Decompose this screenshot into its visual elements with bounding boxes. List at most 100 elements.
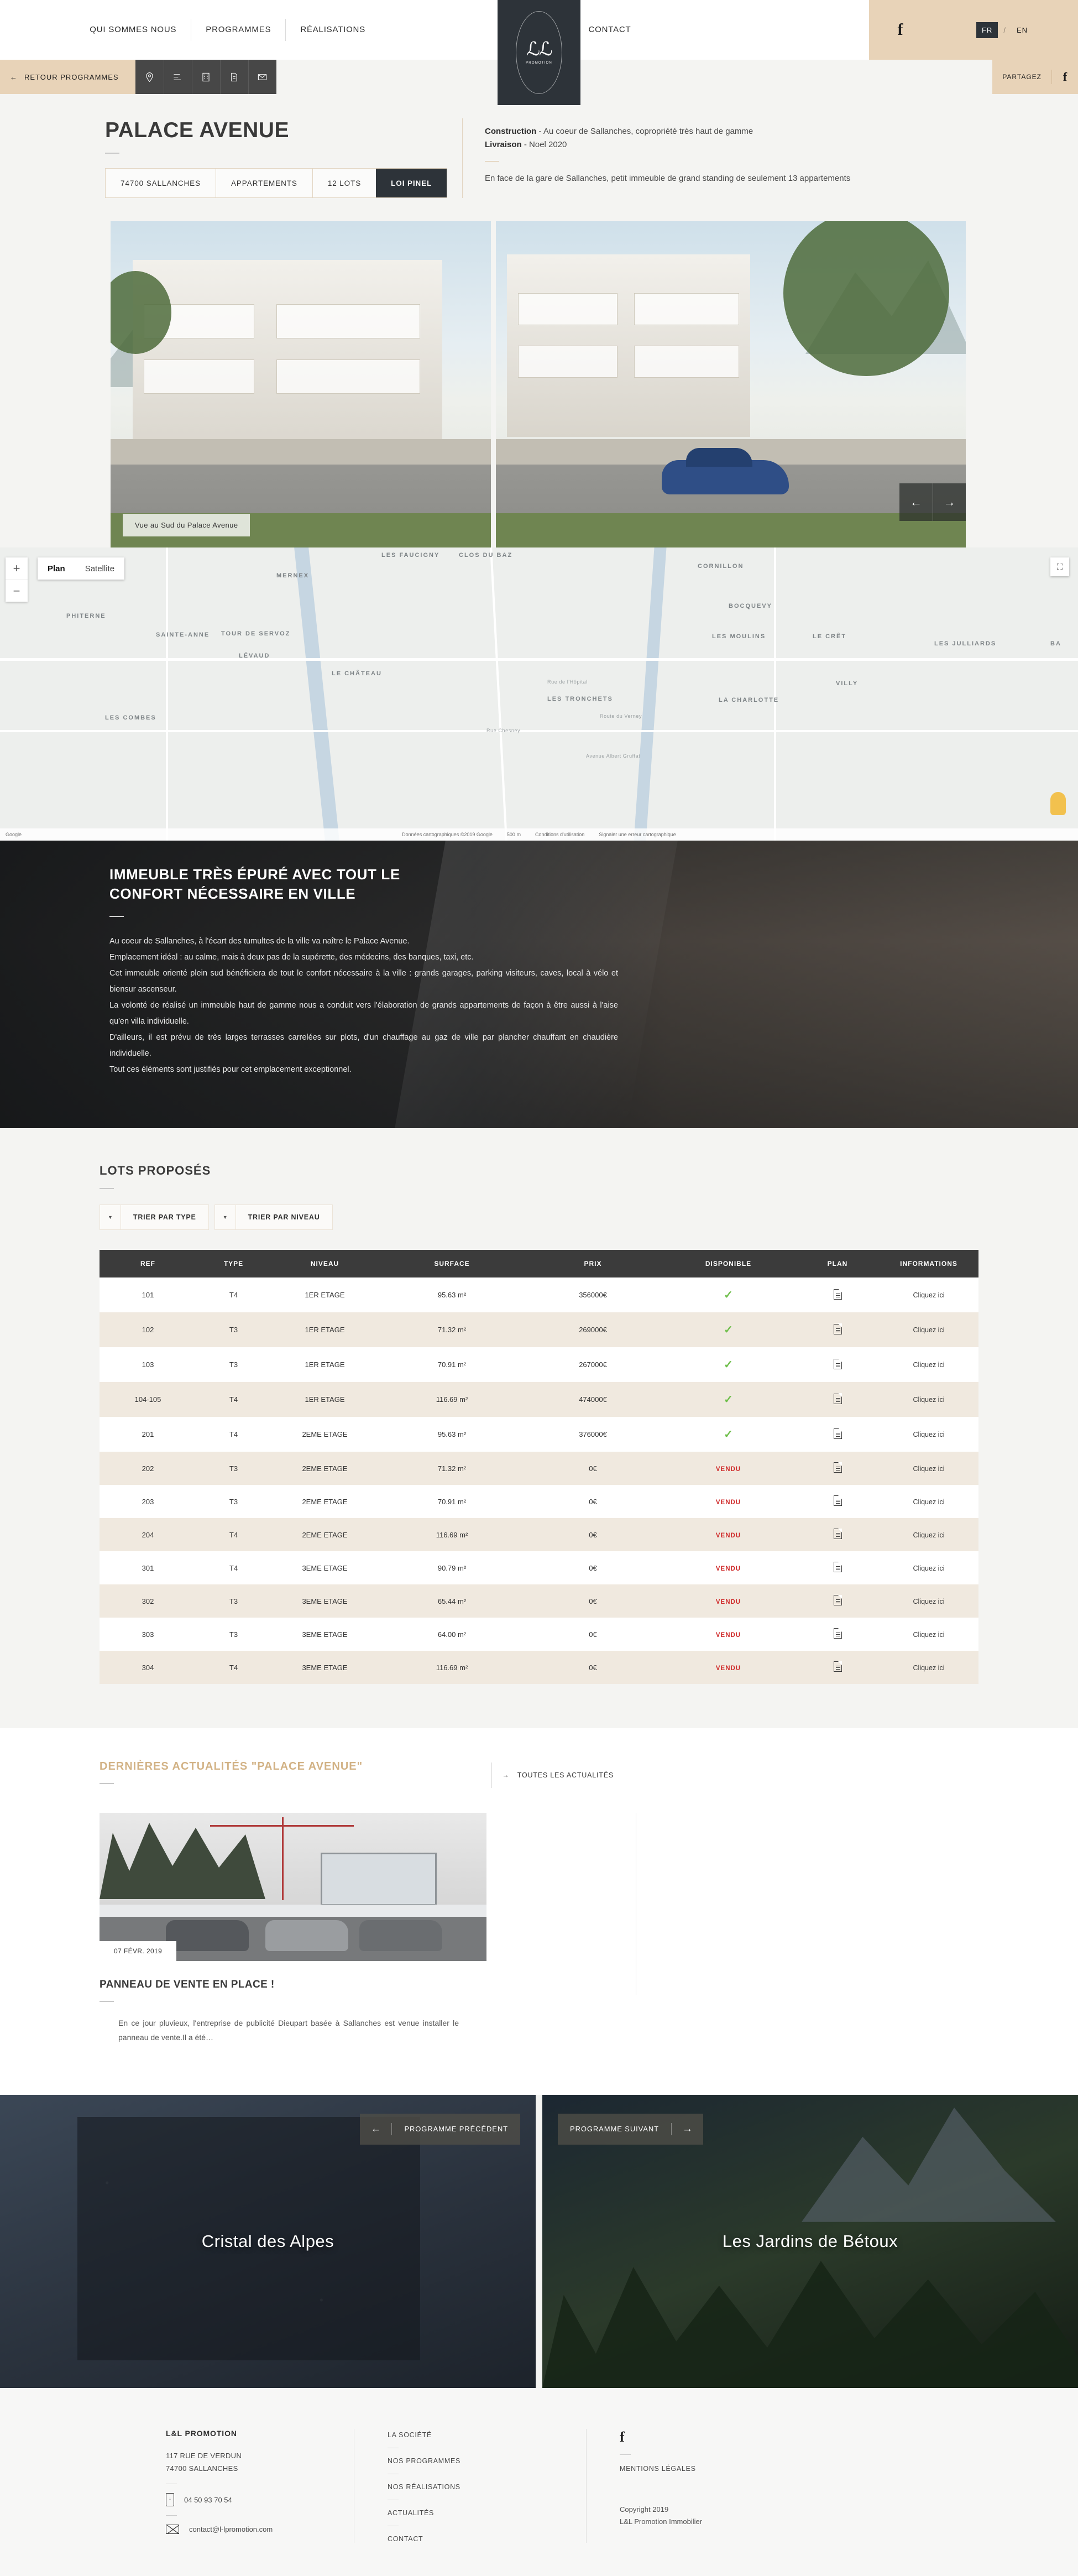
map-fullscreen-button[interactable]: ⛶ [1050,557,1069,576]
next-program-button[interactable]: PROGRAMME SUIVANT → [558,2113,703,2145]
plan-download-cell[interactable] [796,1584,879,1618]
plan-download-cell[interactable] [796,1417,879,1452]
map-attrib-report[interactable]: Signaler une erreur cartographique [599,832,676,837]
informations-link[interactable]: Cliquez ici [913,1396,945,1404]
table-row[interactable]: 202 T3 2EME ETAGE 71.32 m² 0€ VENDU Cliquez ic… [100,1452,978,1485]
informations-link[interactable]: Cliquez ici [913,1598,945,1605]
informations-link[interactable]: Cliquez ici [913,1631,945,1639]
informations-link[interactable]: Cliquez ici [913,1664,945,1672]
table-row[interactable]: 301 T4 3EME ETAGE 90.79 m² 0€ VENDU Cliquez ic… [100,1551,978,1584]
street-view-pegman[interactable] [1050,792,1066,815]
hero-image-right[interactable]: ← → [496,221,966,547]
map-pin-icon[interactable] [135,60,164,94]
table-row[interactable]: 102 T3 1ER ETAGE 71.32 m² 269000€ ✓ Cliquez ic… [100,1312,978,1347]
table-row[interactable]: 101 T4 1ER ETAGE 95.63 m² 356000€ ✓ Cliquez ic… [100,1277,978,1312]
footer-link-mentions-legales[interactable]: MENTIONS LÉGALES [620,2465,696,2473]
envelope-icon[interactable] [248,60,276,94]
plan-download-cell[interactable] [796,1551,879,1584]
share-facebook-icon[interactable]: f [1051,70,1078,84]
plan-download-cell[interactable] [796,1651,879,1684]
next-program-card[interactable]: Les Jardins de Bétoux PROGRAMME SUIVANT … [542,2094,1078,2388]
document-icon[interactable] [833,1628,842,1639]
informations-cell[interactable]: Cliquez ici [879,1584,978,1618]
footer-email-row[interactable]: contact@l-lpromotion.com [166,2525,354,2535]
document-icon[interactable] [833,1323,842,1334]
plan-download-cell[interactable] [796,1452,879,1485]
informations-cell[interactable]: Cliquez ici [879,1551,978,1584]
document-icon[interactable] [833,1661,842,1672]
hero-next-button[interactable]: → [933,483,966,521]
informations-cell[interactable]: Cliquez ici [879,1518,978,1551]
informations-link[interactable]: Cliquez ici [913,1531,945,1539]
plan-download-cell[interactable] [796,1312,879,1347]
document-icon[interactable] [833,1495,842,1506]
share-button[interactable]: PARTAGEZ f [992,60,1078,94]
building-icon[interactable] [191,60,220,94]
map-type-plan[interactable]: Plan [38,557,75,580]
list-icon[interactable] [163,60,192,94]
informations-cell[interactable]: Cliquez ici [879,1618,978,1651]
informations-cell[interactable]: Cliquez ici [879,1277,978,1312]
informations-link[interactable]: Cliquez ici [913,1361,945,1369]
footer-link-la-societe[interactable]: LA SOCIÉTÉ [388,2431,586,2439]
sort-by-level-dropdown[interactable]: ▼ TRIER PAR NIVEAU [214,1204,333,1230]
nav-item-qui-sommes-nous[interactable]: QUI SOMMES NOUS [75,19,191,41]
plan-download-cell[interactable] [796,1347,879,1382]
footer-link-nos-realisations[interactable]: NOS RÉALISATIONS [388,2483,586,2491]
informations-cell[interactable]: Cliquez ici [879,1485,978,1518]
table-row[interactable]: 204 T4 2EME ETAGE 116.69 m² 0€ VENDU Cliquez i… [100,1518,978,1551]
informations-cell[interactable]: Cliquez ici [879,1452,978,1485]
table-row[interactable]: 203 T3 2EME ETAGE 70.91 m² 0€ VENDU Cliquez ic… [100,1485,978,1518]
document-icon[interactable] [833,1594,842,1605]
informations-link[interactable]: Cliquez ici [913,1431,945,1438]
back-to-programs-button[interactable]: ← RETOUR PROGRAMMES [0,60,135,94]
footer-phone-row[interactable]: 04 50 93 70 54 [166,2493,354,2507]
nav-item-contact[interactable]: CONTACT [574,19,646,41]
document-icon[interactable] [833,1528,842,1539]
previous-program-card[interactable]: Cristal des Alpes ← PROGRAMME PRÉCÉDENT [0,2094,536,2388]
document-icon[interactable] [219,60,248,94]
table-row[interactable]: 103 T3 1ER ETAGE 70.91 m² 267000€ ✓ Cliquez ic… [100,1347,978,1382]
informations-link[interactable]: Cliquez ici [913,1465,945,1473]
map-attrib-terms[interactable]: Conditions d'utilisation [535,832,584,837]
document-icon[interactable] [833,1289,842,1300]
informations-link[interactable]: Cliquez ici [913,1565,945,1572]
document-icon[interactable] [833,1462,842,1473]
nav-item-programmes[interactable]: PROGRAMMES [191,19,285,41]
informations-cell[interactable]: Cliquez ici [879,1417,978,1452]
news-item-title[interactable]: PANNEAU DE VENTE EN PLACE ! [100,1979,486,1991]
table-row[interactable]: 304 T4 3EME ETAGE 116.69 m² 0€ VENDU Cliquez i… [100,1651,978,1684]
plan-download-cell[interactable] [796,1485,879,1518]
hero-prev-button[interactable]: ← [899,483,933,521]
previous-program-button[interactable]: ← PROGRAMME PRÉCÉDENT [360,2113,520,2145]
table-row[interactable]: 302 T3 3EME ETAGE 65.44 m² 0€ VENDU Cliquez ic… [100,1584,978,1618]
informations-cell[interactable]: Cliquez ici [879,1651,978,1684]
location-map[interactable]: + − Plan Satellite ⛶ LES FAUCIGNY CLOS DU… [0,547,1078,841]
table-row[interactable]: 201 T4 2EME ETAGE 95.63 m² 376000€ ✓ Cliquez i… [100,1417,978,1452]
informations-cell[interactable]: Cliquez ici [879,1382,978,1417]
plan-download-cell[interactable] [796,1277,879,1312]
map-type-satellite[interactable]: Satellite [75,557,124,580]
document-icon[interactable] [833,1393,842,1404]
news-thumbnail[interactable]: 07 FÉVR. 2019 [100,1813,486,1961]
hero-image-left[interactable]: Vue au Sud du Palace Avenue [111,221,491,547]
table-row[interactable]: 104-105 T4 1ER ETAGE 116.69 m² 474000€ ✓ Cliqu… [100,1382,978,1417]
news-card[interactable]: 07 FÉVR. 2019 PANNEAU DE VENTE EN PLACE … [100,1813,486,2045]
facebook-icon[interactable]: f [620,2429,1078,2445]
document-icon[interactable] [833,1358,842,1369]
map-zoom-in-button[interactable]: + [6,557,28,580]
informations-link[interactable]: Cliquez ici [913,1498,945,1506]
footer-link-contact[interactable]: CONTACT [388,2535,586,2543]
plan-download-cell[interactable] [796,1382,879,1417]
sort-by-type-dropdown[interactable]: ▼ TRIER PAR TYPE [100,1204,209,1230]
document-icon[interactable] [833,1561,842,1572]
nav-item-realisations[interactable]: RÉALISATIONS [286,19,380,41]
informations-cell[interactable]: Cliquez ici [879,1347,978,1382]
lang-en[interactable]: EN [1011,22,1033,38]
document-icon[interactable] [833,1428,842,1439]
informations-link[interactable]: Cliquez ici [913,1326,945,1334]
footer-link-nos-programmes[interactable]: NOS PROGRAMMES [388,2457,586,2465]
plan-download-cell[interactable] [796,1518,879,1551]
lang-fr[interactable]: FR [976,22,998,38]
map-zoom-out-button[interactable]: − [6,580,28,602]
